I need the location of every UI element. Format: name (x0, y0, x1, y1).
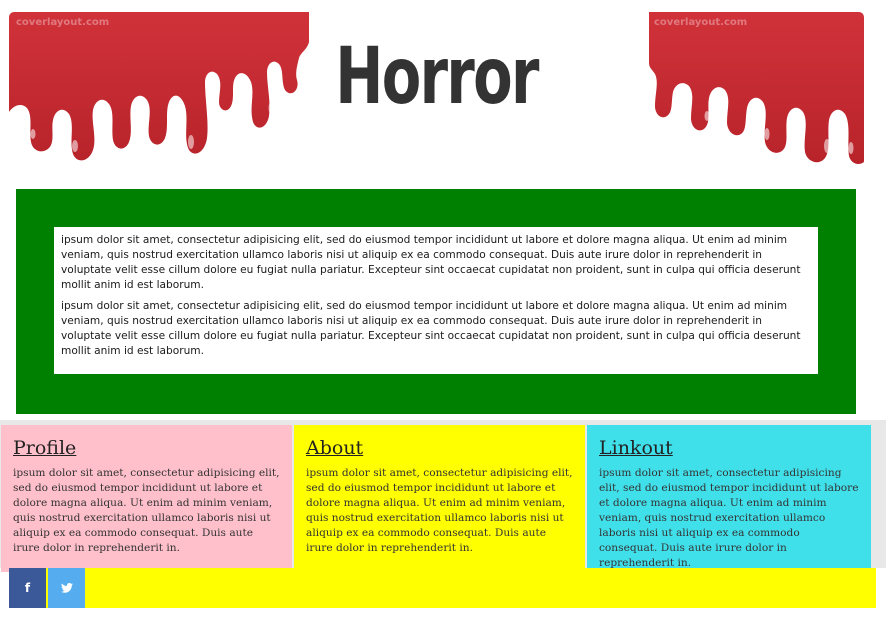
watermark-right: coverlayout.com (654, 17, 748, 28)
watermark-left: coverlayout.com (16, 17, 110, 28)
about-column: About ipsum dolor sit amet, consectetur … (294, 425, 585, 572)
profile-heading-link[interactable]: Profile (13, 437, 282, 459)
profile-column: Profile ipsum dolor sit amet, consectetu… (1, 425, 292, 572)
paragraph: ipsum dolor sit amet, consectetur adipis… (61, 234, 801, 291)
facebook-button[interactable]: f (9, 568, 46, 608)
profile-text: ipsum dolor sit amet, consectetur adipis… (13, 467, 280, 554)
columns-row: Profile ipsum dolor sit amet, consectetu… (0, 420, 886, 572)
twitter-button[interactable] (48, 568, 85, 608)
linkout-column: Linkout ipsum dolor sit amet, consectetu… (587, 425, 871, 572)
about-heading-link[interactable]: About (306, 437, 575, 459)
page-title: Horror (335, 32, 539, 122)
main-section: ipsum dolor sit amet, consectetur adipis… (16, 189, 856, 414)
footer-bar: f (9, 568, 876, 608)
linkout-heading-link[interactable]: Linkout (599, 437, 861, 459)
about-text: ipsum dolor sit amet, consectetur adipis… (306, 467, 573, 554)
text-box: ipsum dolor sit amet, consectetur adipis… (54, 227, 818, 374)
header-banner: coverlayout.com coverlayout.com Horror (9, 12, 864, 166)
linkout-text: ipsum dolor sit amet, consectetur adipis… (599, 467, 859, 569)
facebook-icon: f (24, 581, 31, 595)
twitter-icon (60, 583, 73, 593)
paragraph: ipsum dolor sit amet, consectetur adipis… (61, 300, 801, 357)
